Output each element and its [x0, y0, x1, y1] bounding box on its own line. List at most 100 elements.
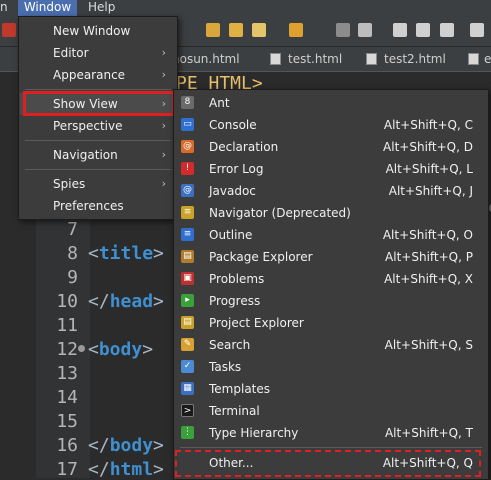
tab-hosun[interactable]: hosun.html	[172, 47, 240, 71]
tab-test2[interactable]: test2.html	[384, 47, 446, 71]
menu-item-label: Appearance	[53, 68, 126, 82]
view-item-label: Outline	[209, 228, 253, 242]
submenu-arrow-icon: ›	[161, 119, 166, 132]
line-number: 11	[56, 315, 78, 336]
view-item-console[interactable]: ▭ Console Alt+Shift+Q, C	[175, 114, 487, 136]
shortcut-text: Alt+Shift+Q, O	[382, 228, 473, 242]
line-number: 8	[67, 243, 78, 264]
menu-item-label: Spies	[53, 177, 86, 191]
line-number: 9	[67, 267, 78, 288]
menu-item-spies[interactable]: Spies ›	[20, 173, 176, 195]
menu-item-perspective[interactable]: Perspective ›	[20, 115, 176, 137]
pin-icon[interactable]	[336, 23, 350, 37]
menu-item-navigation[interactable]: Navigation ›	[20, 144, 176, 166]
view-item-type-hierarchy[interactable]: ⋮ Type Hierarchy Alt+Shift+Q, T	[175, 422, 487, 444]
view-item-label: Error Log	[209, 162, 264, 176]
menu-item-editor[interactable]: Editor ›	[20, 42, 176, 64]
highlight-other	[175, 450, 481, 477]
view-item-javadoc[interactable]: @ Javadoc Alt+Shift+Q, J	[175, 180, 487, 202]
open-folder-icon[interactable]	[229, 23, 243, 37]
view-item-label: Ant	[209, 96, 230, 110]
menu-window[interactable]: Window	[18, 0, 77, 16]
menu-item-new-window[interactable]: New Window	[20, 20, 176, 42]
view-item-error-log[interactable]: ! Error Log Alt+Shift+Q, L	[175, 158, 487, 180]
menu-item-appearance[interactable]: Appearance ›	[20, 64, 176, 86]
templates-icon: ▦	[181, 382, 194, 395]
javadoc-icon: @	[181, 184, 194, 197]
view-item-project-explorer[interactable]: ▤ Project Explorer	[175, 312, 487, 334]
window-menu: New Window Editor › Appearance › Show Vi…	[18, 16, 178, 220]
shortcut-text: Alt+Shift+Q, T	[384, 426, 473, 440]
tab-overflow[interactable]: e	[484, 47, 491, 71]
menu-item-label: Preferences	[53, 199, 124, 213]
line-number: 10	[56, 291, 78, 312]
ant-icon: 8	[181, 96, 194, 109]
view-item-label: Templates	[209, 382, 271, 396]
terminal-icon: >	[181, 404, 194, 417]
view-item-label: Progress	[209, 294, 261, 308]
submenu-arrow-icon: ›	[161, 148, 166, 161]
show-view-submenu: 8 Ant ▭ Console Alt+Shift+Q, C @ Declara…	[173, 89, 489, 480]
view-item-label: Type Hierarchy	[209, 426, 299, 440]
view-item-tasks[interactable]: ✓ Tasks	[175, 356, 487, 378]
tab-test[interactable]: test.html	[288, 47, 342, 71]
view-item-progress[interactable]: ▸ Progress	[175, 290, 487, 312]
shortcut-text: Alt+Shift+Q, P	[385, 250, 473, 264]
code-line-title: <title>	[88, 243, 164, 264]
menu-item-label: Editor	[53, 46, 89, 60]
shortcut-text: Alt+Shift+Q, L	[385, 162, 473, 176]
view-item-label: Tasks	[209, 360, 242, 374]
project-explorer-icon: ▤	[181, 316, 194, 329]
menu-item-preferences[interactable]: Preferences	[20, 195, 176, 217]
open-type-icon[interactable]	[206, 23, 220, 37]
view-item-label: Package Explorer	[209, 250, 313, 264]
submenu-arrow-icon: ›	[161, 68, 166, 81]
view-item-search[interactable]: ✎ Search Alt+Shift+Q, S	[175, 334, 487, 356]
view-item-navigator[interactable]: ≡ Navigator (Deprecated)	[175, 202, 487, 224]
view-item-outline[interactable]: ≡ Outline Alt+Shift+Q, O	[175, 224, 487, 246]
menu-bar: n Window Help	[0, 0, 491, 16]
menu-separator	[25, 140, 171, 141]
pencil-icon[interactable]	[252, 23, 266, 37]
menu-file-partial[interactable]: n	[0, 0, 10, 16]
shortcut-text: Alt+Shift+Q, J	[388, 184, 473, 198]
navigator-icon: ≡	[181, 206, 194, 219]
line-number: 14	[56, 387, 78, 408]
submenu-arrow-icon: ›	[161, 177, 166, 190]
next-edit-icon[interactable]	[393, 23, 407, 37]
back-arrow-icon[interactable]	[440, 23, 454, 37]
html-file-icon	[366, 53, 377, 65]
tab-label: test.html	[288, 52, 343, 66]
shortcut-text: Alt+Shift+Q, C	[383, 118, 473, 132]
code-line-body-close: </body>	[88, 435, 164, 456]
shortcut-text: Alt+Shift+Q, X	[384, 272, 473, 286]
view-item-problems[interactable]: ▣ Problems Alt+Shift+Q, X	[175, 268, 487, 290]
fold-icon[interactable]	[78, 345, 85, 352]
debug-icon[interactable]	[2, 23, 16, 37]
forward-arrow-icon[interactable]	[470, 23, 484, 37]
view-item-label: Console	[209, 118, 257, 132]
view-item-label: Javadoc	[209, 184, 256, 198]
html-file-icon	[468, 53, 479, 65]
line-number: 16	[56, 435, 78, 456]
forward-edit-icon[interactable]	[416, 23, 430, 37]
menu-help[interactable]: Help	[88, 0, 115, 16]
view-item-label: Project Explorer	[209, 316, 304, 330]
line-number: 12	[56, 339, 78, 360]
view-item-ant[interactable]: 8 Ant	[175, 92, 487, 114]
menu-separator	[25, 89, 171, 90]
shortcut-text: Alt+Shift+Q, D	[383, 140, 473, 154]
view-item-declaration[interactable]: @ Declaration Alt+Shift+Q, D	[175, 136, 487, 158]
view-item-terminal[interactable]: > Terminal	[175, 400, 487, 422]
menu-separator	[25, 169, 171, 170]
view-item-label: Problems	[209, 272, 265, 286]
prev-annotation-icon[interactable]	[358, 23, 372, 37]
menu-separator	[180, 447, 482, 448]
declaration-icon: @	[181, 140, 194, 153]
search-toolbar-icon[interactable]	[289, 23, 303, 37]
type-hierarchy-icon: ⋮	[181, 426, 194, 439]
shortcut-text: Alt+Shift+Q, S	[384, 338, 473, 352]
error-log-icon: !	[181, 162, 194, 175]
view-item-package-explorer[interactable]: ▤ Package Explorer Alt+Shift+Q, P	[175, 246, 487, 268]
view-item-templates[interactable]: ▦ Templates	[175, 378, 487, 400]
